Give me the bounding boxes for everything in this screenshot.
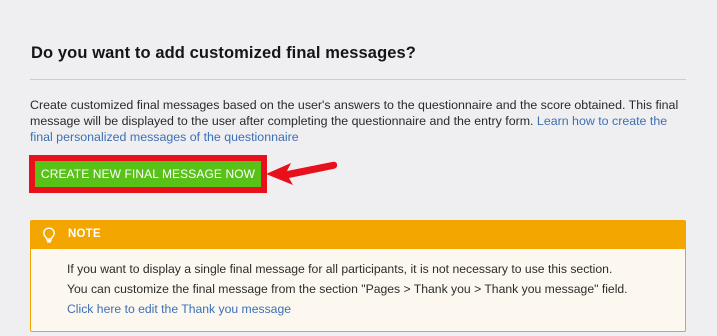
section-divider xyxy=(30,79,686,80)
note-box: NOTE If you want to display a single fin… xyxy=(30,220,686,332)
note-body: If you want to display a single final me… xyxy=(67,259,672,319)
note-line-1: If you want to display a single final me… xyxy=(67,262,613,276)
cta-highlight-frame: CREATE NEW FINAL MESSAGE NOW xyxy=(29,155,267,193)
section-title: Do you want to add customized final mess… xyxy=(31,44,416,62)
section-description: Create customized final messages based o… xyxy=(30,97,690,145)
note-title: NOTE xyxy=(68,228,101,240)
create-final-message-button[interactable]: CREATE NEW FINAL MESSAGE NOW xyxy=(35,161,261,187)
note-line-2: You can customize the final message from… xyxy=(67,282,628,296)
lightbulb-icon xyxy=(43,227,55,243)
edit-thank-you-link[interactable]: Click here to edit the Thank you message xyxy=(67,299,672,319)
final-messages-panel: Do you want to add customized final mess… xyxy=(0,0,717,336)
red-arrow-icon xyxy=(266,161,338,185)
note-header: NOTE xyxy=(31,221,685,249)
